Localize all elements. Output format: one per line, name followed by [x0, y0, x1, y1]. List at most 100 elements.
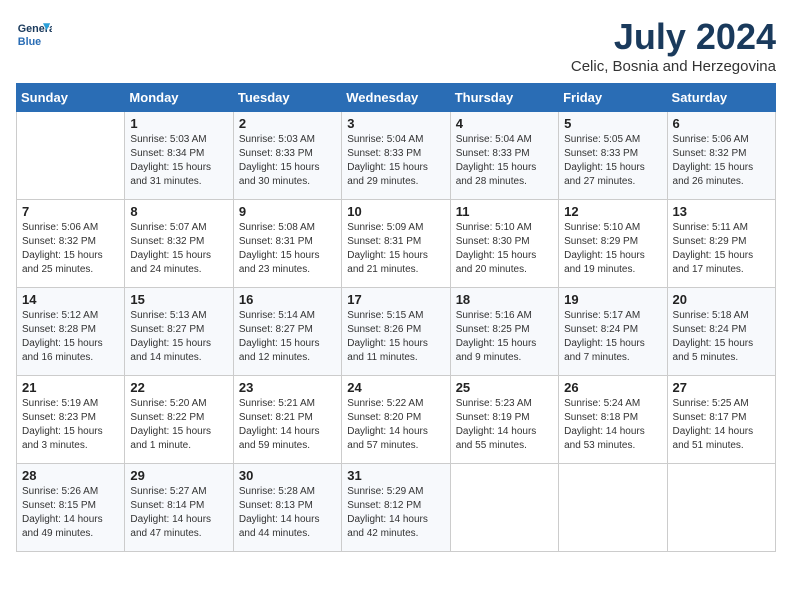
calendar-cell: 22 Sunrise: 5:20 AM Sunset: 8:22 PM Dayli… [125, 376, 233, 464]
day-info: Sunrise: 5:04 AM Sunset: 8:33 PM Dayligh… [456, 133, 553, 189]
day-info: Sunrise: 5:16 AM Sunset: 8:25 PM Dayligh… [456, 309, 553, 365]
day-info: Sunrise: 5:06 AM Sunset: 8:32 PM Dayligh… [22, 221, 119, 277]
day-info: Sunrise: 5:24 AM Sunset: 8:18 PM Dayligh… [564, 397, 661, 453]
day-number: 7 [22, 204, 119, 219]
calendar-week-row: 1 Sunrise: 5:03 AM Sunset: 8:34 PM Daylig… [17, 112, 776, 200]
day-number: 12 [564, 204, 661, 219]
day-info: Sunrise: 5:22 AM Sunset: 8:20 PM Dayligh… [347, 397, 444, 453]
calendar-cell [667, 464, 775, 552]
day-number: 3 [347, 116, 444, 131]
day-number: 8 [130, 204, 227, 219]
day-number: 10 [347, 204, 444, 219]
calendar-cell: 17 Sunrise: 5:15 AM Sunset: 8:26 PM Dayli… [342, 288, 450, 376]
calendar-cell: 18 Sunrise: 5:16 AM Sunset: 8:25 PM Dayli… [450, 288, 558, 376]
day-info: Sunrise: 5:10 AM Sunset: 8:30 PM Dayligh… [456, 221, 553, 277]
calendar-cell: 8 Sunrise: 5:07 AM Sunset: 8:32 PM Daylig… [125, 200, 233, 288]
weekday-header-cell: Friday [559, 84, 667, 112]
day-info: Sunrise: 5:26 AM Sunset: 8:15 PM Dayligh… [22, 485, 119, 541]
calendar-cell: 12 Sunrise: 5:10 AM Sunset: 8:29 PM Dayli… [559, 200, 667, 288]
svg-text:Blue: Blue [18, 36, 41, 48]
calendar-body: 1 Sunrise: 5:03 AM Sunset: 8:34 PM Daylig… [17, 112, 776, 552]
month-title: July 2024 [571, 16, 776, 58]
calendar-cell: 28 Sunrise: 5:26 AM Sunset: 8:15 PM Dayli… [17, 464, 125, 552]
calendar-cell: 10Sunrise: 5:09 AM Sunset: 8:31 PM Dayli… [342, 200, 450, 288]
calendar-cell: 11 Sunrise: 5:10 AM Sunset: 8:30 PM Dayli… [450, 200, 558, 288]
day-number: 9 [239, 204, 336, 219]
day-number: 28 [22, 468, 119, 483]
day-number: 27 [673, 380, 770, 395]
calendar-cell: 30 Sunrise: 5:28 AM Sunset: 8:13 PM Dayli… [233, 464, 341, 552]
day-number: 21 [22, 380, 119, 395]
weekday-header-cell: Monday [125, 84, 233, 112]
header: General Blue July 2024 Celic, Bosnia and… [16, 16, 776, 75]
day-number: 16 [239, 292, 336, 307]
day-info: Sunrise: 5:04 AM Sunset: 8:33 PM Dayligh… [347, 133, 444, 189]
day-info: Sunrise: 5:10 AM Sunset: 8:29 PM Dayligh… [564, 221, 661, 277]
day-info: Sunrise: 5:15 AM Sunset: 8:26 PM Dayligh… [347, 309, 444, 365]
day-number: 18 [456, 292, 553, 307]
calendar-cell: 15 Sunrise: 5:13 AM Sunset: 8:27 PM Dayli… [125, 288, 233, 376]
day-number: 31 [347, 468, 444, 483]
calendar-cell: 20 Sunrise: 5:18 AM Sunset: 8:24 PM Dayli… [667, 288, 775, 376]
day-number: 17 [347, 292, 444, 307]
day-number: 22 [130, 380, 227, 395]
calendar-cell: 29Sunrise: 5:27 AM Sunset: 8:14 PM Dayli… [125, 464, 233, 552]
day-number: 24 [347, 380, 444, 395]
day-info: Sunrise: 5:23 AM Sunset: 8:19 PM Dayligh… [456, 397, 553, 453]
weekday-header-row: SundayMondayTuesdayWednesdayThursdayFrid… [17, 84, 776, 112]
calendar-cell: 26 Sunrise: 5:24 AM Sunset: 8:18 PM Dayli… [559, 376, 667, 464]
day-number: 5 [564, 116, 661, 131]
day-info: Sunrise: 5:11 AM Sunset: 8:29 PM Dayligh… [673, 221, 770, 277]
day-info: Sunrise: 5:27 AM Sunset: 8:14 PM Dayligh… [130, 485, 227, 541]
day-info: Sunrise: 5:03 AM Sunset: 8:34 PM Dayligh… [130, 133, 227, 189]
day-number: 20 [673, 292, 770, 307]
calendar-cell: 5 Sunrise: 5:05 AM Sunset: 8:33 PM Daylig… [559, 112, 667, 200]
weekday-header-cell: Tuesday [233, 84, 341, 112]
calendar-cell: 31 Sunrise: 5:29 AM Sunset: 8:12 PM Dayli… [342, 464, 450, 552]
day-info: Sunrise: 5:19 AM Sunset: 8:23 PM Dayligh… [22, 397, 119, 453]
calendar-cell: 21 Sunrise: 5:19 AM Sunset: 8:23 PM Dayli… [17, 376, 125, 464]
day-number: 4 [456, 116, 553, 131]
day-number: 15 [130, 292, 227, 307]
day-number: 1 [130, 116, 227, 131]
calendar-week-row: 7 Sunrise: 5:06 AM Sunset: 8:32 PM Daylig… [17, 200, 776, 288]
calendar-week-row: 28 Sunrise: 5:26 AM Sunset: 8:15 PM Dayli… [17, 464, 776, 552]
day-info: Sunrise: 5:14 AM Sunset: 8:27 PM Dayligh… [239, 309, 336, 365]
calendar-cell: 2Sunrise: 5:03 AM Sunset: 8:33 PM Daylig… [233, 112, 341, 200]
day-number: 11 [456, 204, 553, 219]
title-area: July 2024 Celic, Bosnia and Herzegovina [571, 16, 776, 75]
calendar-cell: 27 Sunrise: 5:25 AM Sunset: 8:17 PM Dayli… [667, 376, 775, 464]
day-number: 19 [564, 292, 661, 307]
day-info: Sunrise: 5:29 AM Sunset: 8:12 PM Dayligh… [347, 485, 444, 541]
calendar-cell [559, 464, 667, 552]
day-info: Sunrise: 5:05 AM Sunset: 8:33 PM Dayligh… [564, 133, 661, 189]
calendar-cell: 16 Sunrise: 5:14 AM Sunset: 8:27 PM Dayli… [233, 288, 341, 376]
day-info: Sunrise: 5:21 AM Sunset: 8:21 PM Dayligh… [239, 397, 336, 453]
day-info: Sunrise: 5:25 AM Sunset: 8:17 PM Dayligh… [673, 397, 770, 453]
day-number: 26 [564, 380, 661, 395]
day-info: Sunrise: 5:13 AM Sunset: 8:27 PM Dayligh… [130, 309, 227, 365]
weekday-header-cell: Thursday [450, 84, 558, 112]
day-number: 30 [239, 468, 336, 483]
calendar-cell [450, 464, 558, 552]
calendar-cell: 19 Sunrise: 5:17 AM Sunset: 8:24 PM Dayli… [559, 288, 667, 376]
calendar-cell: 6 Sunrise: 5:06 AM Sunset: 8:32 PM Daylig… [667, 112, 775, 200]
weekday-header-cell: Sunday [17, 84, 125, 112]
day-info: Sunrise: 5:08 AM Sunset: 8:31 PM Dayligh… [239, 221, 336, 277]
day-number: 13 [673, 204, 770, 219]
day-info: Sunrise: 5:17 AM Sunset: 8:24 PM Dayligh… [564, 309, 661, 365]
day-info: Sunrise: 5:28 AM Sunset: 8:13 PM Dayligh… [239, 485, 336, 541]
day-info: Sunrise: 5:07 AM Sunset: 8:32 PM Dayligh… [130, 221, 227, 277]
day-info: Sunrise: 5:06 AM Sunset: 8:32 PM Dayligh… [673, 133, 770, 189]
calendar-cell: 24 Sunrise: 5:22 AM Sunset: 8:20 PM Dayli… [342, 376, 450, 464]
calendar-cell: 3 Sunrise: 5:04 AM Sunset: 8:33 PM Daylig… [342, 112, 450, 200]
day-number: 23 [239, 380, 336, 395]
calendar-cell: 23 Sunrise: 5:21 AM Sunset: 8:21 PM Dayli… [233, 376, 341, 464]
day-number: 25 [456, 380, 553, 395]
day-number: 6 [673, 116, 770, 131]
calendar-week-row: 14Sunrise: 5:12 AM Sunset: 8:28 PM Dayli… [17, 288, 776, 376]
calendar-cell: 4 Sunrise: 5:04 AM Sunset: 8:33 PM Daylig… [450, 112, 558, 200]
calendar-cell: 1 Sunrise: 5:03 AM Sunset: 8:34 PM Daylig… [125, 112, 233, 200]
day-info: Sunrise: 5:20 AM Sunset: 8:22 PM Dayligh… [130, 397, 227, 453]
day-info: Sunrise: 5:18 AM Sunset: 8:24 PM Dayligh… [673, 309, 770, 365]
